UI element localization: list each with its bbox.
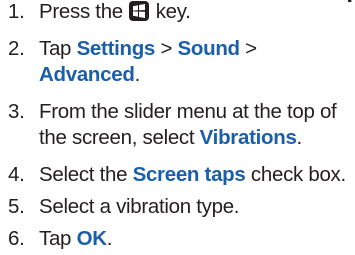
step-text: . — [106, 227, 113, 250]
step-text: check box. — [245, 163, 346, 186]
step-number: 3. — [8, 100, 25, 123]
step-number: 5. — [8, 195, 25, 218]
step-text: Tap — [39, 37, 77, 60]
screen-taps-label: Screen taps — [132, 163, 246, 186]
step-number: 4. — [8, 163, 25, 186]
step-text: . — [134, 63, 141, 86]
separator: > — [155, 37, 178, 60]
step-text: From the slider menu at the top of — [39, 100, 337, 123]
step-text: Select the — [39, 163, 133, 186]
windows-key-icon — [129, 1, 150, 21]
step-number: 2. — [8, 37, 25, 60]
step-text: key. — [150, 0, 191, 23]
settings-label: Settings — [76, 37, 156, 60]
step-text: Tap — [39, 227, 77, 250]
sound-label: Sound — [177, 37, 241, 60]
step-number: 1. — [8, 0, 25, 23]
separator: > — [239, 37, 257, 60]
step-number: 6. — [8, 227, 25, 250]
step-text: the screen, select — [39, 126, 200, 149]
advanced-label: Advanced — [39, 63, 135, 86]
ok-label: OK — [76, 227, 107, 250]
step-text: . — [296, 126, 303, 149]
vibrations-label: Vibrations — [199, 126, 297, 149]
step-text: Select a vibration type. — [39, 195, 240, 218]
step-text: Press the — [39, 0, 129, 23]
